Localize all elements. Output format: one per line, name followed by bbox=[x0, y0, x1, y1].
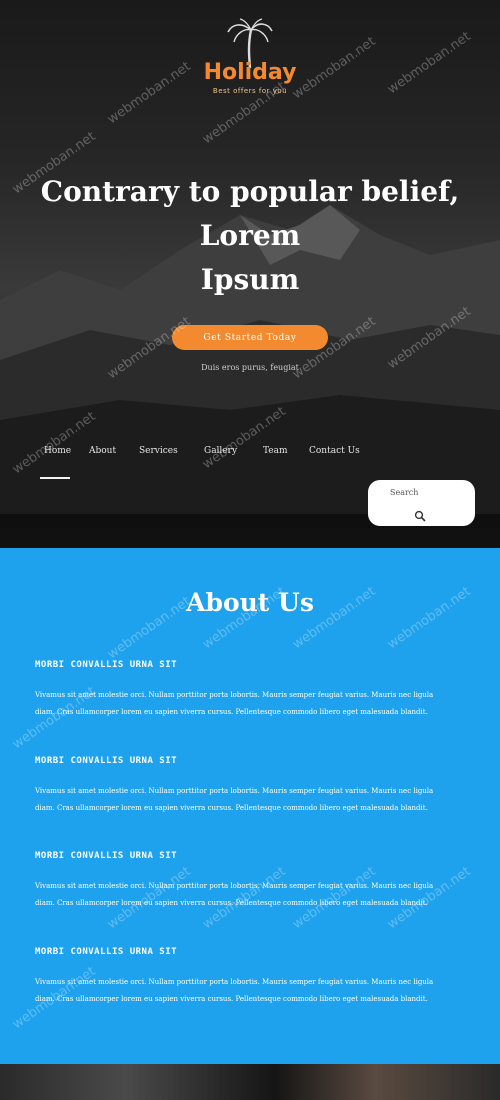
main-nav: Home About Services Gallery Team Contact… bbox=[44, 446, 360, 456]
nav-item-services[interactable]: Services bbox=[139, 446, 204, 456]
next-section-image bbox=[0, 1064, 500, 1100]
about-block-text: Vivamus sit amet molestie orci. Nullam p… bbox=[35, 787, 434, 812]
about-block-heading: MORBI CONVALLIS URNA SIT bbox=[35, 660, 178, 670]
about-block-heading: MORBI CONVALLIS URNA SIT bbox=[35, 851, 178, 861]
nav-item-team[interactable]: Team bbox=[263, 446, 309, 456]
about-block-heading: MORBI CONVALLIS URNA SIT bbox=[35, 756, 178, 766]
hero-headline: Contrary to popular belief, Lorem Ipsum bbox=[0, 170, 500, 302]
about-block-text: Vivamus sit amet molestie orci. Nullam p… bbox=[35, 978, 434, 1003]
about-block: MORBI CONVALLIS URNA SIT Vivamus sit ame… bbox=[35, 851, 465, 912]
search-box[interactable]: Search bbox=[368, 480, 475, 526]
nav-item-about[interactable]: About bbox=[89, 446, 139, 456]
about-block: MORBI CONVALLIS URNA SIT Vivamus sit ame… bbox=[35, 947, 465, 1008]
search-icon[interactable] bbox=[414, 510, 426, 522]
about-block-text: Vivamus sit amet molestie orci. Nullam p… bbox=[35, 691, 434, 716]
hero-headline-line-1: Contrary to popular belief, bbox=[40, 175, 460, 208]
search-input[interactable]: Search bbox=[390, 488, 418, 497]
hero-headline-line-2: Lorem bbox=[199, 219, 301, 252]
brand-tagline: Best offers for you bbox=[212, 87, 288, 95]
get-started-button[interactable]: Get Started Today bbox=[172, 325, 328, 350]
nav-item-gallery[interactable]: Gallery bbox=[204, 446, 263, 456]
about-block: MORBI CONVALLIS URNA SIT Vivamus sit ame… bbox=[35, 756, 465, 817]
about-block-text: Vivamus sit amet molestie orci. Nullam p… bbox=[35, 882, 434, 907]
hero-section: Holiday Best offers for you Contrary to … bbox=[0, 0, 500, 528]
nav-item-home[interactable]: Home bbox=[44, 446, 89, 456]
nav-item-contact-us[interactable]: Contact Us bbox=[309, 446, 360, 456]
about-section: About Us MORBI CONVALLIS URNA SIT Vivamu… bbox=[0, 548, 500, 1064]
about-block: MORBI CONVALLIS URNA SIT Vivamus sit ame… bbox=[35, 660, 465, 721]
about-title: About Us bbox=[186, 588, 314, 617]
about-block-heading: MORBI CONVALLIS URNA SIT bbox=[35, 947, 178, 957]
brand-name: Holiday bbox=[203, 60, 297, 85]
nav-active-indicator bbox=[40, 477, 70, 479]
site-logo[interactable]: Holiday Best offers for you bbox=[0, 18, 500, 95]
hero-subline: Duis eros purus, feugiat bbox=[201, 363, 299, 372]
hero-headline-line-3: Ipsum bbox=[200, 263, 300, 296]
